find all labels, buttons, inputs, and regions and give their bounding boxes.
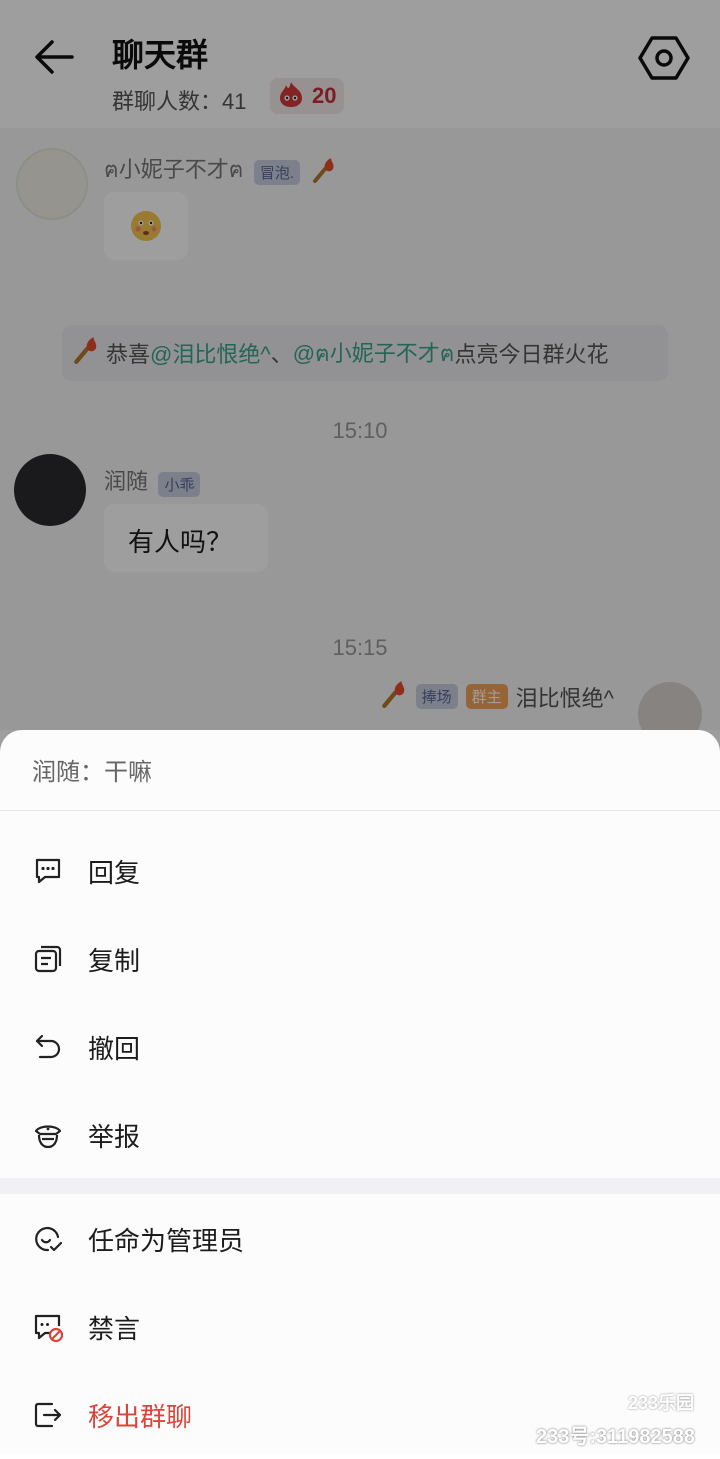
- menu-label: 举报: [88, 1121, 141, 1152]
- remove-exit-icon: [31, 1398, 65, 1432]
- menu-item-report[interactable]: 举报: [0, 1091, 720, 1179]
- menu-label: 任命为管理员: [88, 1225, 245, 1256]
- menu-label: 回复: [88, 857, 141, 888]
- menu-item-copy[interactable]: 复制: [0, 915, 720, 1003]
- menu-item-recall[interactable]: 撤回: [0, 1003, 720, 1091]
- menu-item-appoint-admin[interactable]: 任命为管理员: [0, 1195, 720, 1283]
- report-police-icon: [31, 1118, 65, 1152]
- menu-label: 复制: [88, 945, 141, 976]
- action-sheet: 润随：干嘛 回复 复制 撤回 举报 任命为管理员 禁言 移出群聊: [0, 730, 720, 1454]
- reply-bubble-icon: [31, 854, 65, 888]
- menu-item-reply[interactable]: 回复: [0, 827, 720, 915]
- message-preview: 润随：干嘛: [32, 759, 152, 786]
- section-separator: [0, 1178, 720, 1194]
- menu-item-mute[interactable]: 禁言: [0, 1283, 720, 1371]
- menu-label: 撤回: [88, 1033, 141, 1064]
- admin-appoint-icon: [31, 1222, 65, 1256]
- menu-label: 禁言: [88, 1313, 141, 1344]
- mute-icon: [31, 1310, 65, 1344]
- undo-icon: [31, 1030, 65, 1064]
- divider: [0, 810, 720, 811]
- copy-icon: [31, 942, 65, 976]
- watermark-id: 233号:311982588: [536, 1426, 696, 1448]
- watermark-logo: 233乐园: [628, 1393, 695, 1413]
- menu-label-danger: 移出群聊: [88, 1401, 193, 1432]
